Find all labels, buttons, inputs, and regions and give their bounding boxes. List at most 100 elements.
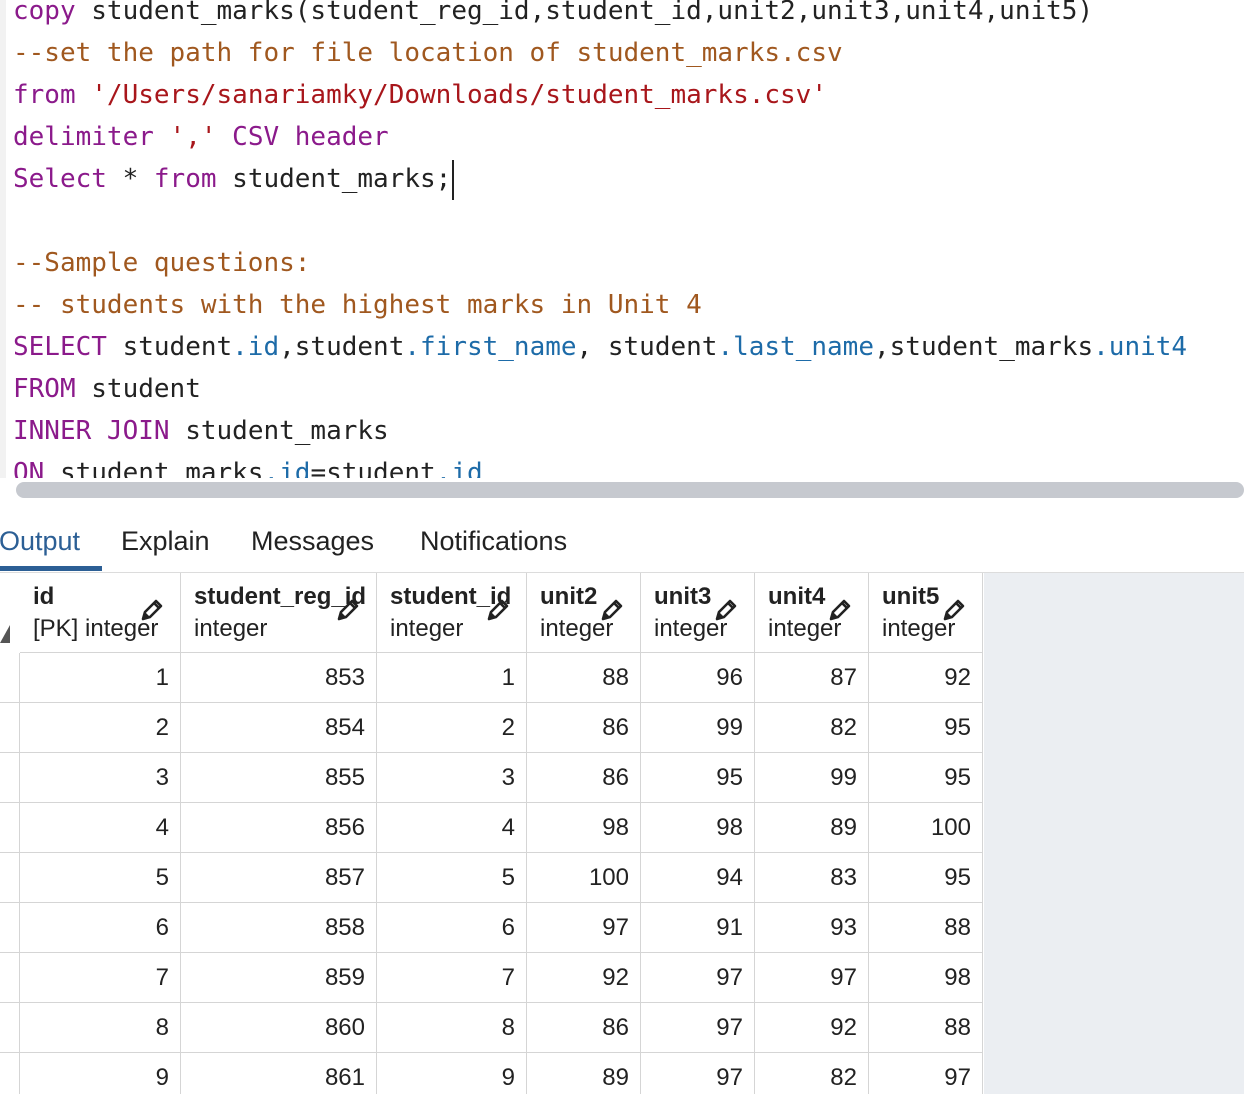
pencil-icon[interactable] [139,597,165,623]
column-header-unit5[interactable]: unit5 integer [869,573,983,653]
pencil-icon[interactable] [485,597,511,623]
table-cell[interactable]: 99 [755,753,869,803]
table-cell[interactable]: 2 [20,703,181,753]
column-header-id[interactable]: id [PK] integer [20,573,181,653]
pencil-icon[interactable] [827,597,853,623]
tab-explain[interactable]: Explain [121,512,210,568]
table-cell[interactable]: 92 [869,653,983,703]
table-cell[interactable]: 8 [20,1003,181,1053]
select-all-corner[interactable] [0,625,10,643]
table-cell[interactable]: 96 [641,653,755,703]
table-cell[interactable]: 97 [755,953,869,1003]
table-row[interactable]: 9 861 9 89 97 82 97 [0,1053,984,1094]
table-cell[interactable]: 95 [641,753,755,803]
table-row[interactable]: 4 856 4 98 98 89 100 [0,803,984,853]
row-header[interactable] [0,803,20,853]
table-cell[interactable]: 87 [755,653,869,703]
table-cell[interactable]: 861 [181,1053,377,1094]
table-cell[interactable]: 3 [377,753,527,803]
tab-notifications[interactable]: Notifications [420,512,567,568]
pencil-icon[interactable] [941,597,967,623]
row-header[interactable] [0,703,20,753]
table-cell[interactable]: 5 [377,853,527,903]
column-header-unit3[interactable]: unit3 integer [641,573,755,653]
table-cell[interactable]: 98 [527,803,641,853]
tab-messages[interactable]: Messages [251,512,374,568]
table-cell[interactable]: 86 [527,753,641,803]
pencil-icon[interactable] [599,597,625,623]
table-cell[interactable]: 853 [181,653,377,703]
table-cell[interactable]: 94 [641,853,755,903]
table-cell[interactable]: 858 [181,903,377,953]
table-cell[interactable]: 86 [527,703,641,753]
table-row[interactable]: 1 853 1 88 96 87 92 [0,653,984,703]
table-cell[interactable]: 859 [181,953,377,1003]
table-cell[interactable]: 95 [869,853,983,903]
table-cell[interactable]: 97 [641,953,755,1003]
pencil-icon[interactable] [713,597,739,623]
table-cell[interactable]: 88 [869,1003,983,1053]
table-cell[interactable]: 98 [869,953,983,1003]
table-cell[interactable]: 9 [20,1053,181,1094]
table-cell[interactable]: 8 [377,1003,527,1053]
table-cell[interactable]: 854 [181,703,377,753]
table-cell[interactable]: 92 [527,953,641,1003]
table-cell[interactable]: 9 [377,1053,527,1094]
table-row[interactable]: 5 857 5 100 94 83 95 [0,853,984,903]
table-cell[interactable]: 6 [377,903,527,953]
table-cell[interactable]: 97 [527,903,641,953]
row-header[interactable] [0,853,20,903]
table-row[interactable]: 8 860 8 86 97 92 88 [0,1003,984,1053]
row-header[interactable] [0,1053,20,1094]
table-cell[interactable]: 88 [527,653,641,703]
table-cell[interactable]: 99 [641,703,755,753]
table-cell[interactable]: 100 [527,853,641,903]
table-cell[interactable]: 88 [869,903,983,953]
table-cell[interactable]: 83 [755,853,869,903]
table-cell[interactable]: 855 [181,753,377,803]
pencil-icon[interactable] [335,597,361,623]
table-cell[interactable]: 1 [20,653,181,703]
table-cell[interactable]: 97 [869,1053,983,1094]
table-row[interactable]: 2 854 2 86 99 82 95 [0,703,984,753]
row-header[interactable] [0,753,20,803]
table-cell[interactable]: 93 [755,903,869,953]
table-cell[interactable]: 3 [20,753,181,803]
table-cell[interactable]: 7 [377,953,527,1003]
table-cell[interactable]: 95 [869,753,983,803]
table-cell[interactable]: 860 [181,1003,377,1053]
row-header[interactable] [0,903,20,953]
table-cell[interactable]: 2 [377,703,527,753]
table-cell[interactable]: 82 [755,703,869,753]
table-cell[interactable]: 86 [527,1003,641,1053]
row-header[interactable] [0,953,20,1003]
table-cell[interactable]: 4 [20,803,181,853]
table-cell[interactable]: 6 [20,903,181,953]
column-header-student-reg-id[interactable]: student_reg_id integer [181,573,377,653]
table-cell[interactable]: 92 [755,1003,869,1053]
sql-editor[interactable]: copy student_marks(student_reg_id,studen… [0,0,1244,482]
table-cell[interactable]: 98 [641,803,755,853]
table-cell[interactable]: 91 [641,903,755,953]
table-row[interactable]: 7 859 7 92 97 97 98 [0,953,984,1003]
table-row[interactable]: 6 858 6 97 91 93 88 [0,903,984,953]
table-cell[interactable]: 100 [869,803,983,853]
tab-output[interactable]: Output [0,512,80,568]
table-cell[interactable]: 5 [20,853,181,903]
table-row[interactable]: 3 855 3 86 95 99 95 [0,753,984,803]
table-cell[interactable]: 4 [377,803,527,853]
table-cell[interactable]: 95 [869,703,983,753]
row-header[interactable] [0,1003,20,1053]
table-cell[interactable]: 857 [181,853,377,903]
table-cell[interactable]: 89 [527,1053,641,1094]
column-header-unit4[interactable]: unit4 integer [755,573,869,653]
table-cell[interactable]: 89 [755,803,869,853]
table-cell[interactable]: 82 [755,1053,869,1094]
column-header-unit2[interactable]: unit2 integer [527,573,641,653]
table-cell[interactable]: 7 [20,953,181,1003]
row-header[interactable] [0,653,20,703]
table-cell[interactable]: 97 [641,1053,755,1094]
table-cell[interactable]: 856 [181,803,377,853]
table-cell[interactable]: 97 [641,1003,755,1053]
editor-scrollbar-thumb[interactable] [16,482,1244,498]
